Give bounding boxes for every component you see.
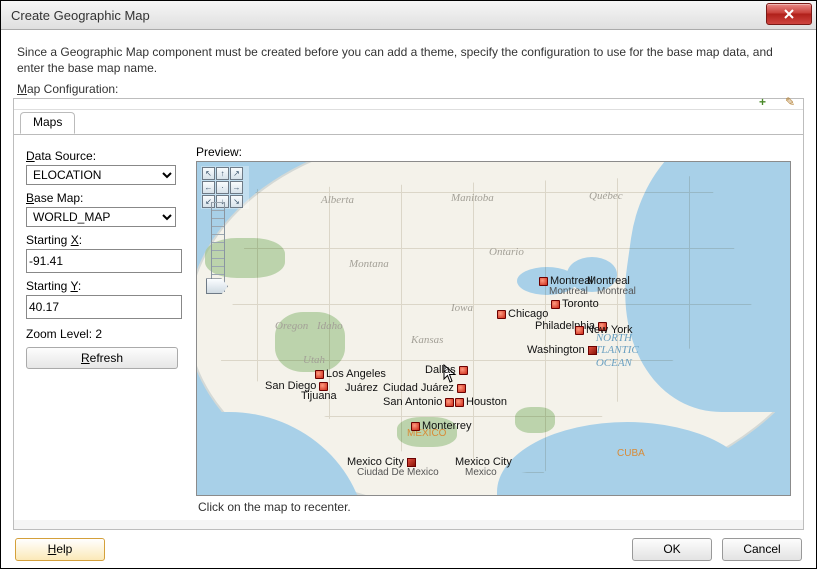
region-label: Oregon xyxy=(275,320,308,332)
region-label: Ontario xyxy=(489,246,524,258)
region-label: Idaho xyxy=(317,320,343,332)
map-nav-control: ↖ ↑ ↗ ← · → ↙ ↓ ↘ xyxy=(201,166,249,209)
title-bar: Create Geographic Map xyxy=(1,1,816,30)
region-label: Alberta xyxy=(321,194,354,206)
map-preview[interactable]: ↖ ↑ ↗ ← · → ↙ ↓ ↘ xyxy=(196,161,791,496)
preview-panel: Preview: ↖ ↑ xyxy=(196,145,791,514)
cancel-button[interactable]: Cancel xyxy=(722,538,802,561)
pan-e-button[interactable]: → xyxy=(230,181,243,194)
city-label: Toronto xyxy=(551,298,599,310)
city-label: Mexico City Ciudad De Mexico xyxy=(347,456,439,477)
edit-icon[interactable]: ✎ xyxy=(785,95,795,105)
pan-n-button[interactable]: ↑ xyxy=(216,167,229,180)
city-label: Houston xyxy=(455,396,507,408)
city-marker-icon xyxy=(411,422,420,431)
dialog-footer: Help OK Cancel xyxy=(1,530,816,568)
city-label: Monterrey xyxy=(411,420,472,432)
city-marker-icon xyxy=(575,326,584,335)
city-marker-icon xyxy=(539,277,548,286)
pan-se-button[interactable]: ↘ xyxy=(230,195,243,208)
country-label: CUBA xyxy=(617,448,645,459)
data-source-label: Data Source: xyxy=(26,149,184,163)
city-marker-icon xyxy=(407,458,416,467)
help-button[interactable]: Help xyxy=(15,538,105,561)
city-marker-icon xyxy=(457,384,466,393)
pan-nw-button[interactable]: ↖ xyxy=(202,167,215,180)
city-marker-icon xyxy=(455,398,464,407)
dialog-description: Since a Geographic Map component must be… xyxy=(1,30,816,82)
data-source-select[interactable]: ELOCATION xyxy=(26,165,176,185)
plus-icon[interactable]: + xyxy=(759,95,769,105)
pan-center-button[interactable]: · xyxy=(216,181,229,194)
refresh-button[interactable]: Refresh xyxy=(26,347,178,369)
preview-label: Preview: xyxy=(196,145,791,159)
inner-panel: + ✎ Maps Data Source: ELOCATION Base Map… xyxy=(13,98,804,530)
city-label: Mexico CityMexico xyxy=(455,456,512,477)
city-marker-icon xyxy=(588,346,597,355)
recenter-hint: Click on the map to recenter. xyxy=(196,496,791,514)
base-map-label: Base Map: xyxy=(26,191,184,205)
city-label: MontrealMontreal xyxy=(539,275,593,296)
map-configuration-label: Map Configuration: xyxy=(1,82,816,96)
region-label: Kansas xyxy=(411,334,443,346)
starting-x-input[interactable] xyxy=(26,249,182,273)
region-label: Iowa xyxy=(451,302,473,314)
city-label: Chicago xyxy=(497,308,548,320)
city-label: Juárez xyxy=(345,382,378,394)
city-label: New York xyxy=(575,324,632,336)
ok-button[interactable]: OK xyxy=(632,538,712,561)
tab-maps[interactable]: Maps xyxy=(20,112,75,134)
city-marker-icon xyxy=(445,398,454,407)
region-label: Montana xyxy=(349,258,389,270)
starting-y-input[interactable] xyxy=(26,295,182,319)
starting-y-label: Starting Y: xyxy=(26,279,184,293)
region-label: Manitoba xyxy=(451,192,494,204)
close-button[interactable] xyxy=(766,3,812,25)
pan-ne-button[interactable]: ↗ xyxy=(230,167,243,180)
city-marker-icon xyxy=(551,300,560,309)
region-label: Utah xyxy=(303,354,325,366)
city-label: Ciudad Juárez xyxy=(383,382,468,394)
base-map-select[interactable]: WORLD_MAP xyxy=(26,207,176,227)
close-icon xyxy=(783,9,795,19)
config-field-area: + ✎ xyxy=(14,99,803,110)
city-label: San Antonio xyxy=(383,396,456,408)
city-marker-icon xyxy=(497,310,506,319)
window-title: Create Geographic Map xyxy=(11,8,150,23)
tab-strip: Maps xyxy=(14,110,803,135)
dialog-window: Create Geographic Map Since a Geographic… xyxy=(0,0,817,569)
zoom-level-text: Zoom Level: 2 xyxy=(26,327,184,341)
tab-body: Data Source: ELOCATION Base Map: WORLD_M… xyxy=(14,135,803,520)
city-marker-icon xyxy=(459,366,468,375)
pan-w-button[interactable]: ← xyxy=(202,181,215,194)
form-panel: Data Source: ELOCATION Base Map: WORLD_M… xyxy=(26,145,184,514)
tab-maps-label: Maps xyxy=(33,115,62,129)
city-marker-icon xyxy=(315,370,324,379)
city-label: Dallas xyxy=(425,364,470,376)
city-label: Washington xyxy=(527,344,599,356)
city-label: Los Angeles xyxy=(315,368,386,380)
city-label: Tijuana xyxy=(301,390,337,402)
city-label: MontrealMontreal xyxy=(587,275,636,296)
starting-x-label: Starting X: xyxy=(26,233,184,247)
region-label: Québec xyxy=(589,190,623,202)
